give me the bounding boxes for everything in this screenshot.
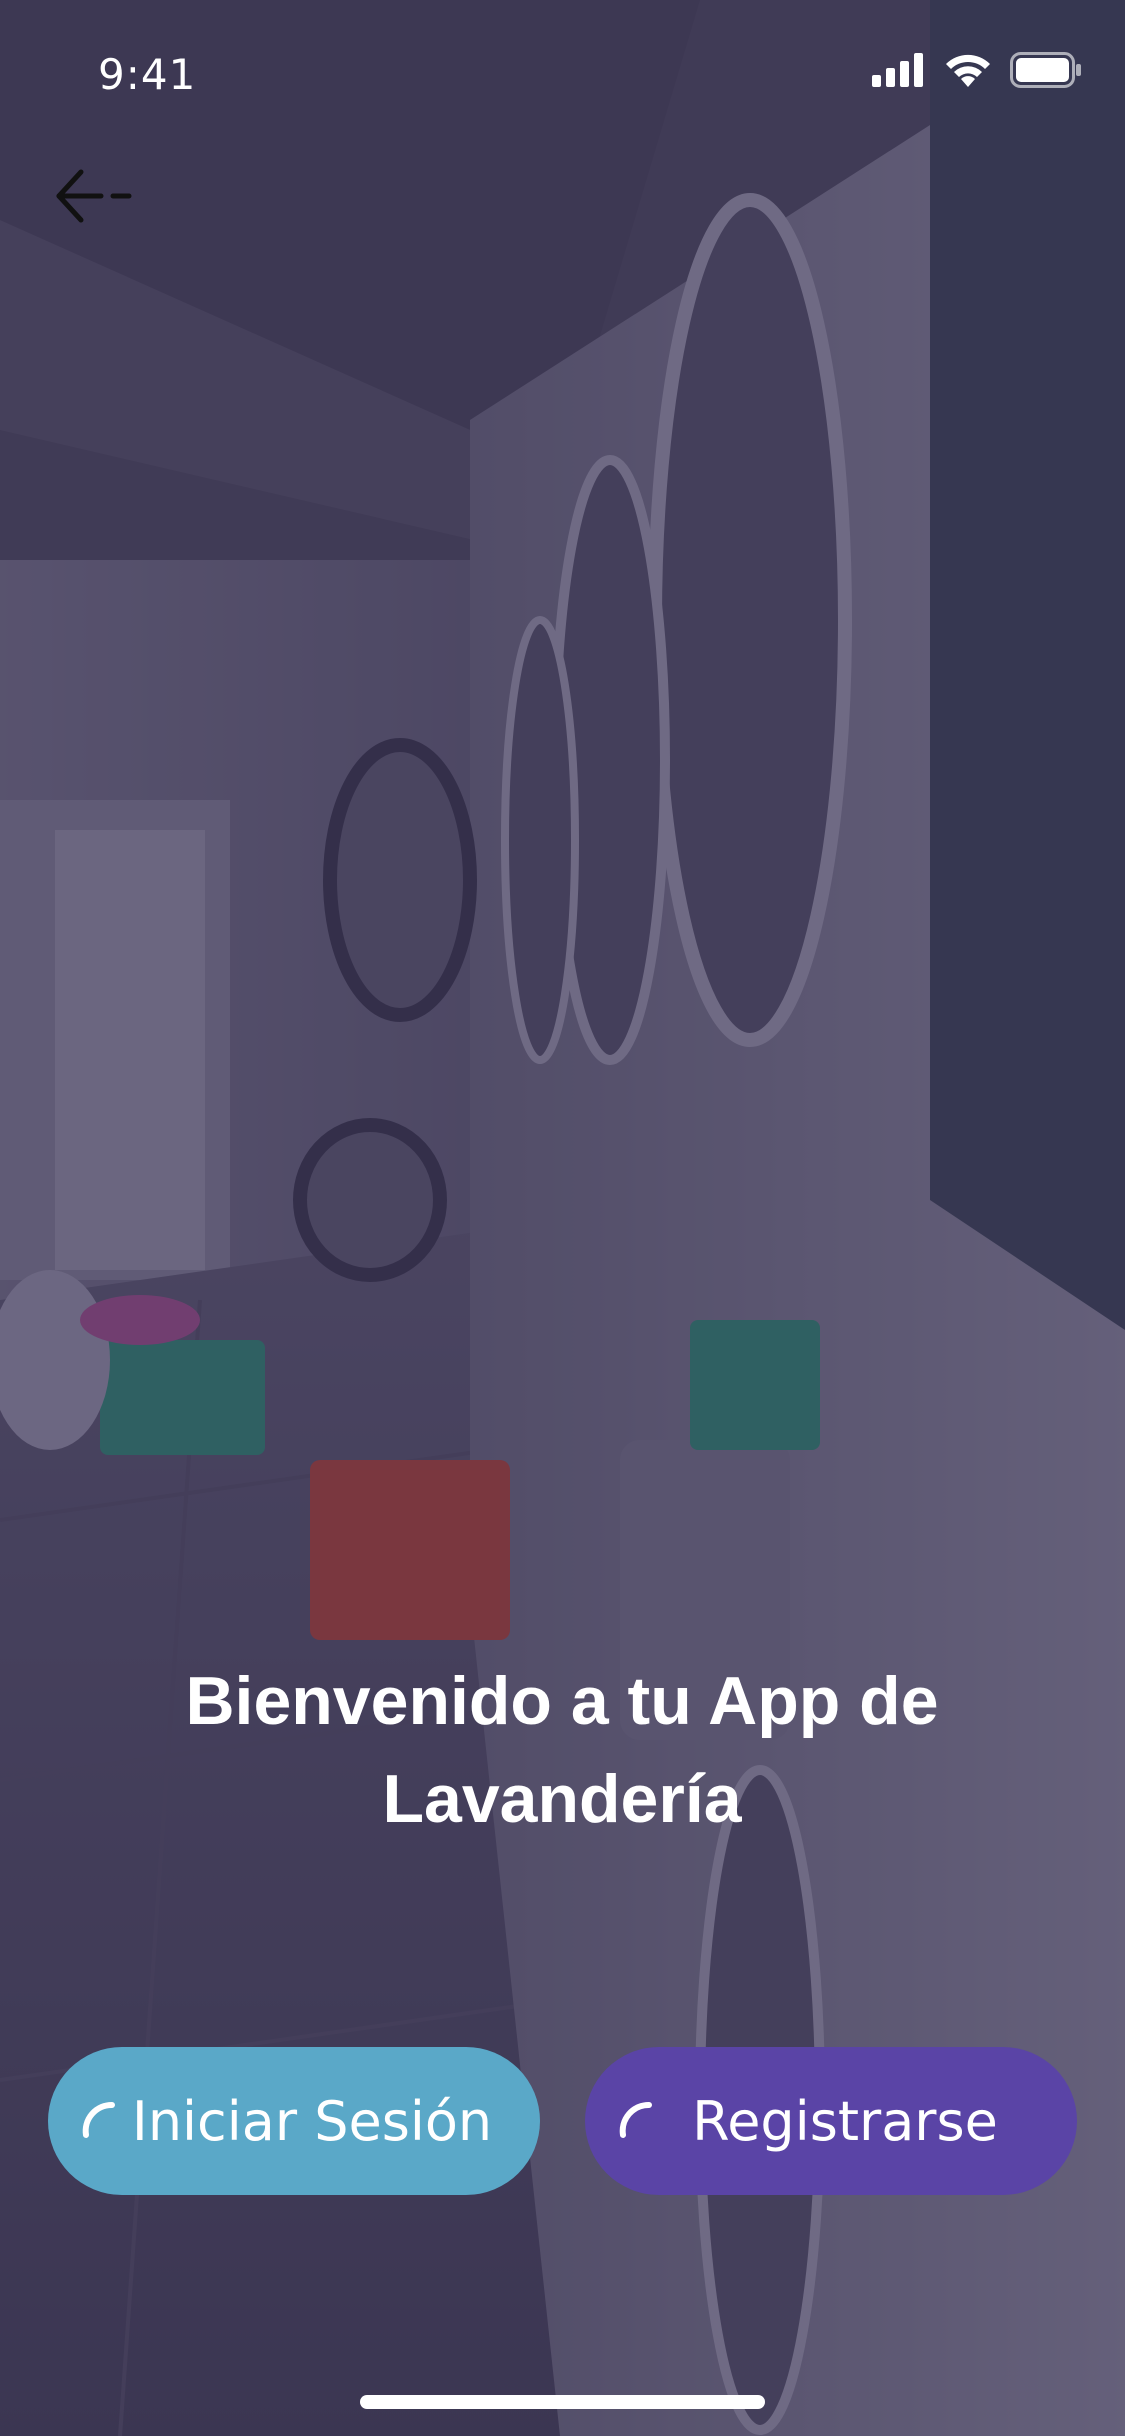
arrow-left-icon — [53, 166, 137, 230]
wifi-icon — [944, 53, 992, 91]
login-button[interactable]: Iniciar Sesión — [48, 2047, 540, 2195]
welcome-screen: 9:41 Bienvenido a tu App de Lavandería I… — [0, 0, 1125, 2436]
back-button[interactable] — [40, 160, 150, 236]
cellular-signal-icon — [872, 53, 926, 91]
welcome-title-line2: Lavandería — [382, 1761, 742, 1837]
welcome-title-line1: Bienvenido a tu App de — [185, 1663, 939, 1739]
login-button-label: Iniciar Sesión — [131, 2089, 493, 2153]
loading-spinner-icon — [80, 2089, 120, 2138]
status-time: 9:41 — [98, 50, 197, 99]
battery-icon — [1010, 52, 1082, 92]
welcome-title: Bienvenido a tu App de Lavandería — [112, 1652, 1012, 1848]
loading-spinner-icon — [617, 2089, 657, 2138]
status-bar: 9:41 — [0, 0, 1125, 140]
register-button-label: Registrarse — [692, 2089, 998, 2153]
home-indicator[interactable] — [360, 2395, 765, 2409]
status-icons — [872, 52, 1082, 92]
register-button[interactable]: Registrarse — [585, 2047, 1077, 2195]
